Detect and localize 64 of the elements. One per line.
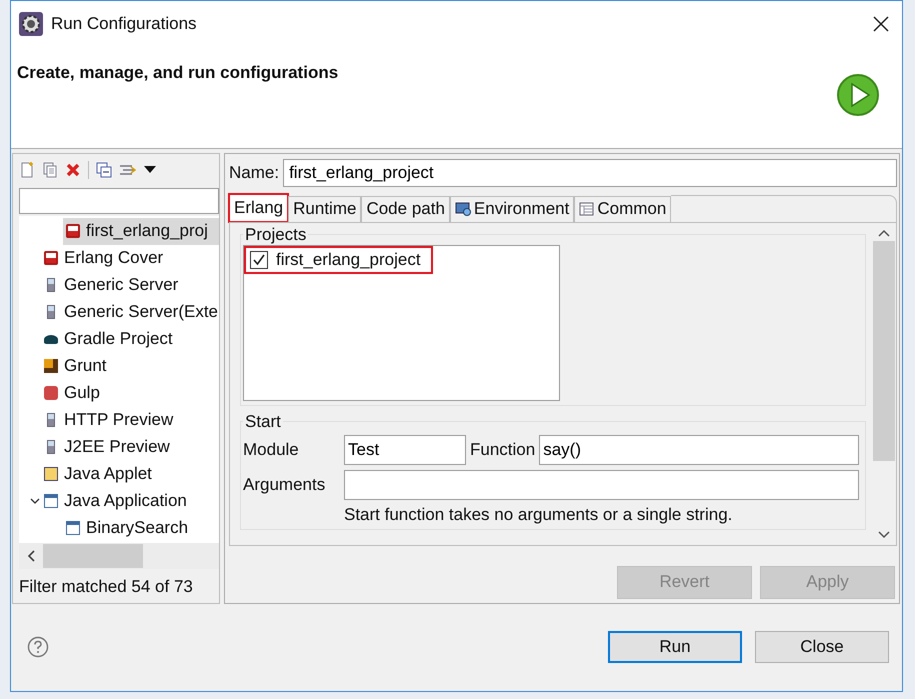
tree-item[interactable]: Java Applet (41, 460, 156, 488)
tree-item[interactable]: Generic Server (41, 272, 182, 299)
filter-status: Filter matched 54 of 73 (18, 576, 194, 598)
config-icon (44, 494, 58, 508)
tree-item[interactable]: Grunt (41, 352, 111, 380)
tab[interactable]: Common (574, 196, 672, 222)
tree-item[interactable]: Erlang Cover (41, 244, 168, 272)
window-title: Run Configurations (51, 14, 197, 34)
scroll-left-icon[interactable] (27, 550, 35, 562)
arguments-field[interactable] (344, 470, 859, 500)
tree-item[interactable]: Gradle Project (41, 326, 177, 353)
config-icon (44, 467, 58, 482)
collapse-icon[interactable] (96, 162, 112, 178)
tab[interactable]: Code path (361, 196, 450, 222)
checkbox[interactable] (250, 250, 268, 269)
chevron-icon[interactable] (29, 496, 41, 506)
dialog-button[interactable]: Close (755, 631, 889, 664)
filter-field[interactable] (19, 188, 219, 214)
function-field[interactable]: say() (539, 434, 859, 465)
tree-item[interactable]: HTTP Preview (41, 406, 178, 434)
help-icon[interactable] (27, 636, 49, 658)
config-icon (47, 440, 55, 454)
config-icon (47, 278, 55, 292)
table-icon (579, 202, 594, 216)
environment-icon (454, 202, 471, 216)
name-label: Name: (229, 162, 280, 183)
tab[interactable]: Erlang (229, 194, 288, 222)
function-label: Function (470, 440, 536, 460)
horizontal-scrollbar[interactable] (19, 542, 219, 569)
module-field[interactable]: Test (344, 434, 466, 465)
group-title: Start (244, 412, 282, 432)
gear-icon (19, 12, 43, 36)
tab[interactable]: Runtime (288, 196, 362, 222)
config-icon (66, 224, 80, 238)
dropdown-icon[interactable] (144, 166, 156, 174)
new-document-icon[interactable] (19, 162, 35, 178)
play-icon (836, 72, 880, 117)
close-icon[interactable] (872, 14, 890, 33)
config-icon (44, 386, 58, 400)
config-icon (44, 334, 58, 344)
tree-item[interactable]: first_erlang_proj (63, 218, 219, 245)
config-icon (66, 521, 80, 536)
config-icon (47, 305, 55, 320)
tree-item[interactable]: BinarySearch (63, 514, 219, 542)
scroll-up-icon[interactable] (878, 228, 890, 237)
module-label: Module (243, 440, 300, 460)
tree-item[interactable]: Java Application (41, 488, 191, 515)
scroll-down-icon[interactable] (878, 530, 890, 539)
tree-item[interactable]: Gulp (41, 380, 104, 407)
dialog-button[interactable]: Run (608, 631, 742, 664)
group-title: Projects (244, 224, 308, 245)
config-icon (44, 251, 58, 266)
config-icon (44, 359, 58, 374)
copy-icon[interactable] (42, 162, 58, 178)
tree-item[interactable]: J2EE Preview (41, 434, 174, 461)
header-title: Create, manage, and run configurations (17, 62, 338, 83)
config-icon (47, 413, 55, 428)
tree-item[interactable]: Generic Server(Exte (41, 298, 219, 326)
hint-text: Start function takes no arguments or a single string. (344, 504, 734, 525)
name-field[interactable]: first_erlang_project (283, 158, 897, 187)
arguments-label: Arguments (243, 474, 326, 495)
project-item[interactable]: first_erlang_project (246, 248, 431, 272)
delete-icon[interactable] (65, 162, 81, 178)
tab[interactable]: Environment (450, 196, 574, 222)
